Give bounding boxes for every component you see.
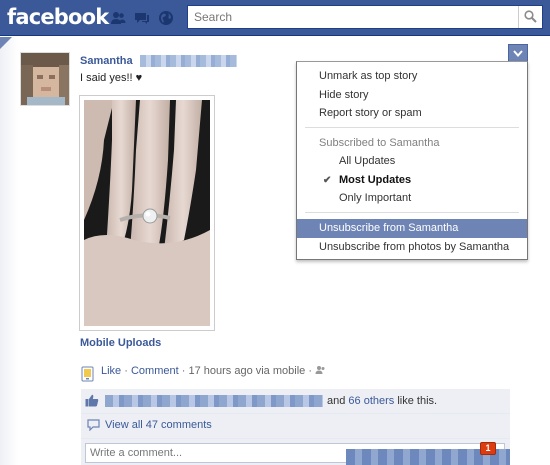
like-link[interactable]: Like (101, 365, 121, 377)
menu-item-unsubscribe[interactable]: Unsubscribe from Samantha (297, 219, 527, 238)
menu-subscribed-header: Subscribed to Samantha (319, 137, 440, 149)
album-link[interactable]: Mobile Uploads (80, 337, 161, 349)
messages-icon[interactable] (134, 10, 150, 26)
story-options-menu: Unmark as top story Hide story Report st… (296, 61, 528, 260)
story-message: I said yes!! ♥ (80, 72, 143, 84)
menu-item-hide-story[interactable]: Hide story (297, 86, 527, 105)
others-link[interactable]: 66 others (348, 395, 394, 407)
menu-item-report-story[interactable]: Report story or spam (297, 104, 527, 123)
magnifier-icon (524, 10, 537, 23)
speech-bubble-icon (87, 419, 100, 432)
feed-left-gutter (0, 37, 18, 465)
checkmark-icon: ✔ (323, 175, 332, 186)
menu-divider (305, 212, 519, 213)
search-input[interactable] (188, 6, 518, 28)
author-name[interactable]: Samantha (80, 55, 133, 67)
search-button[interactable] (518, 6, 542, 28)
comments-row: View all 47 comments (81, 414, 510, 439)
story-menu-button[interactable] (508, 44, 528, 62)
likes-and-text: and (327, 395, 346, 407)
menu-item-most-updates[interactable]: ✔ Most Updates (297, 171, 527, 190)
story-actions: Like · Comment · 17 hours ago via mobile… (101, 365, 326, 379)
friends-icon[interactable] (110, 10, 126, 26)
search-bar (187, 5, 543, 29)
top-navigation-bar: facebook (0, 0, 550, 36)
notification-count-badge[interactable]: 1 (480, 442, 496, 455)
story-photo[interactable] (79, 95, 215, 331)
likes-row: and 66 others like this. (81, 389, 510, 414)
menu-item-unsubscribe-photos[interactable]: Unsubscribe from photos by Samantha (297, 238, 527, 257)
comment-link[interactable]: Comment (131, 365, 179, 377)
action-separator: · (124, 365, 128, 377)
menu-divider (305, 127, 519, 128)
likes-summary: and 66 others like this. (327, 395, 437, 407)
menu-item-unmark-top-story[interactable]: Unmark as top story (297, 67, 527, 86)
friends-audience-icon[interactable] (315, 365, 326, 375)
menu-item-only-important[interactable]: Only Important (297, 189, 527, 208)
chevron-down-icon (513, 50, 523, 57)
mobile-upload-icon (81, 366, 95, 382)
engagement-ring-photo (84, 100, 210, 326)
likes-suffix-text: like this. (397, 395, 438, 407)
view-all-comments-link[interactable]: View all 47 comments (105, 419, 212, 431)
author-avatar[interactable] (20, 52, 70, 106)
menu-item-all-updates[interactable]: All Updates (297, 152, 527, 171)
menu-item-most-updates-label: Most Updates (339, 174, 412, 186)
action-separator: · (308, 365, 312, 377)
top-story-marker (0, 37, 12, 49)
redacted-likers (105, 395, 323, 407)
story-timestamp[interactable]: 17 hours ago via mobile (188, 365, 305, 377)
action-separator: · (181, 365, 186, 377)
globe-icon[interactable] (158, 10, 174, 26)
facebook-logo[interactable]: facebook (7, 5, 109, 29)
redacted-surname (140, 55, 237, 67)
thumbs-up-icon (85, 394, 99, 407)
